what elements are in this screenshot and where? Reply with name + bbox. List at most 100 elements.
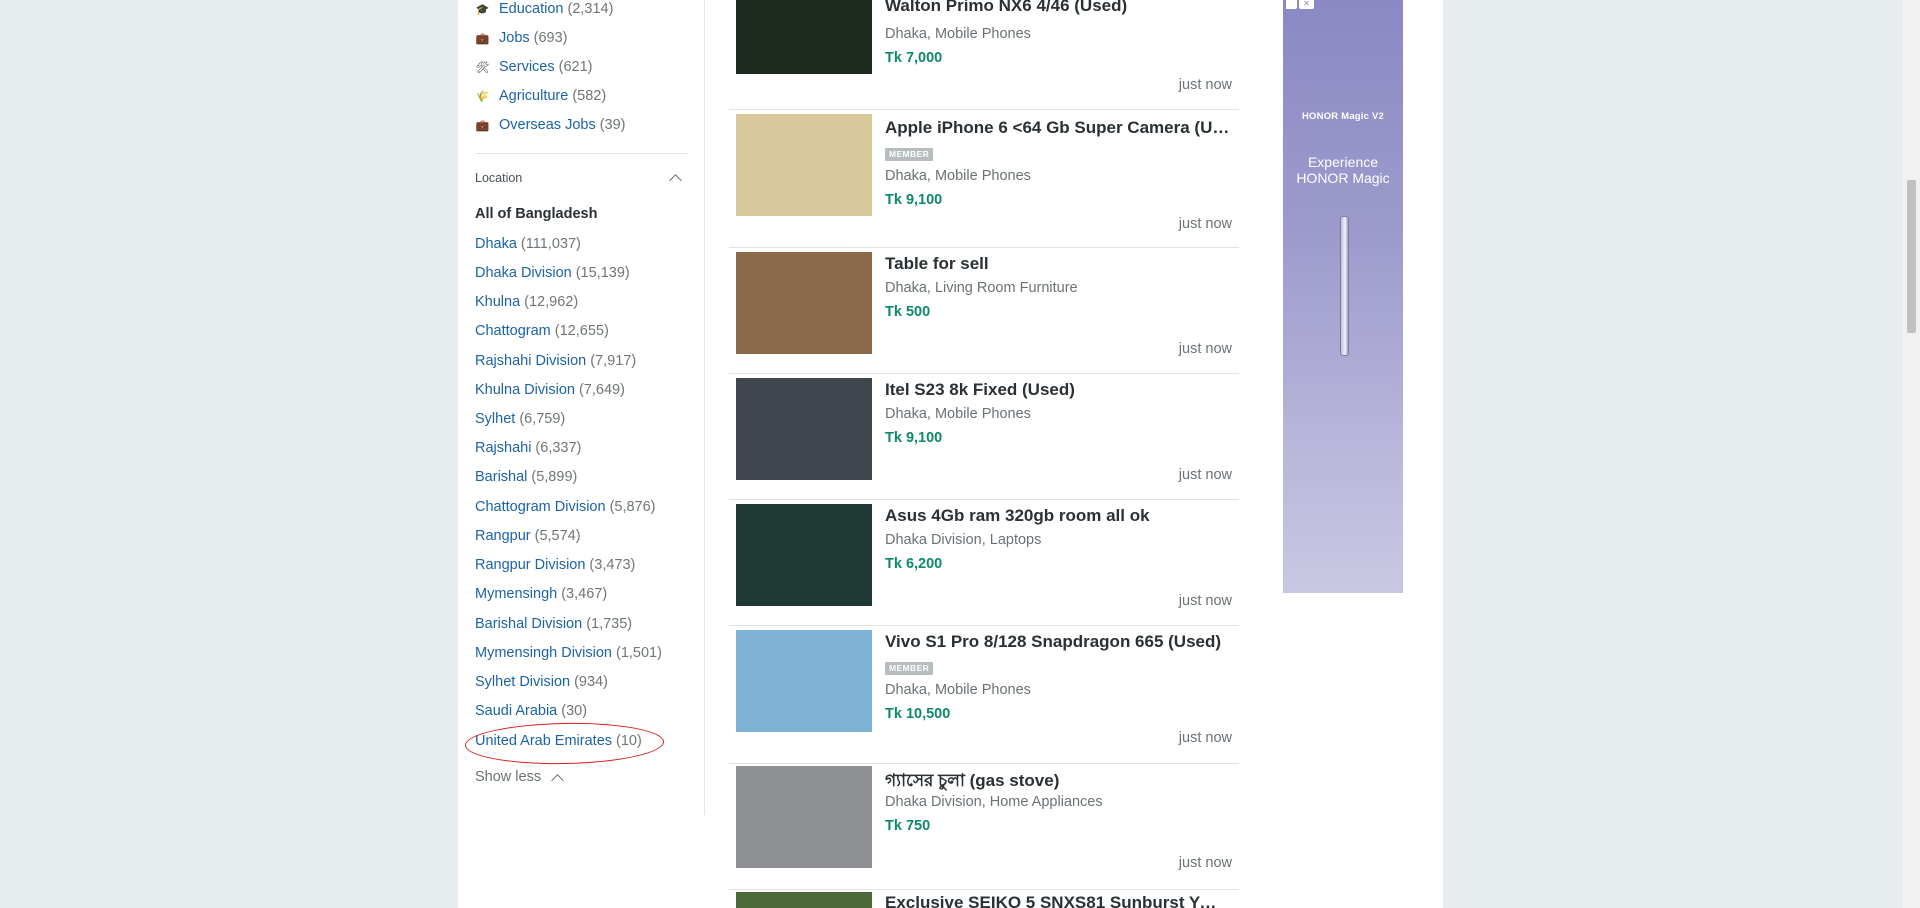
chevron-up-icon [551, 773, 564, 787]
listing-thumbnail[interactable] [736, 766, 872, 868]
category-item-services[interactable]: 🛠 Services (621) [475, 56, 695, 78]
listing-title[interactable]: Walton Primo NX6 4/46 (Used) [885, 0, 1235, 16]
location-count: (15,139) [575, 265, 630, 281]
category-label[interactable]: Education [499, 1, 564, 17]
category-label[interactable]: Agriculture [499, 88, 568, 104]
listing-title[interactable]: Itel S23 8k Fixed (Used) [885, 380, 1235, 400]
location-item[interactable]: Khulna Division (7,649) [475, 382, 625, 402]
location-item[interactable]: Chattogram Division (5,876) [475, 499, 656, 519]
listing-card[interactable]: Walton Primo NX6 4/46 (Used) Dhaka, Mobi… [729, 0, 1239, 110]
listing-card[interactable]: Apple iPhone 6 <64 Gb Super Camera (Used… [729, 110, 1239, 248]
category-count: (582) [572, 88, 607, 104]
location-link[interactable]: Rangpur [475, 528, 531, 544]
location-count: (6,337) [535, 440, 582, 456]
chevron-up-icon[interactable] [669, 174, 682, 187]
location-link[interactable]: Sylhet Division [475, 674, 570, 690]
listing-location: Dhaka, Mobile Phones [885, 26, 1031, 42]
location-item[interactable]: Rangpur Division (3,473) [475, 557, 635, 577]
wheat-icon: 🌾 [475, 90, 490, 103]
location-item[interactable]: Khulna (12,962) [475, 294, 578, 314]
category-item-agriculture[interactable]: 🌾 Agriculture (582) [475, 85, 695, 107]
location-item[interactable]: Rajshahi Division (7,917) [475, 353, 636, 373]
location-item[interactable]: Dhaka Division (15,139) [475, 265, 630, 285]
location-count: (5,899) [531, 469, 578, 485]
category-item-jobs[interactable]: 💼 Jobs (693) [475, 27, 695, 49]
location-item[interactable]: Rajshahi (6,337) [475, 440, 581, 460]
scrollbar[interactable] [1903, 0, 1920, 908]
location-all-bangladesh[interactable]: All of Bangladesh [475, 206, 597, 222]
location-item[interactable]: Saudi Arabia (30) [475, 703, 587, 723]
close-icon[interactable]: ✕ [1299, 0, 1314, 9]
location-link[interactable]: Saudi Arabia [475, 703, 557, 719]
category-label[interactable]: Overseas Jobs [499, 117, 596, 133]
location-count: (10) [616, 733, 642, 749]
show-less-button[interactable]: Show less [475, 769, 564, 787]
location-link[interactable]: Rajshahi Division [475, 353, 586, 369]
location-link[interactable]: Khulna Division [475, 382, 575, 398]
listing-time: just now [1178, 855, 1232, 871]
location-link[interactable]: Rajshahi [475, 440, 531, 456]
listing-time: just now [1178, 730, 1232, 746]
location-link[interactable]: Dhaka Division [475, 265, 572, 281]
scrollbar-thumb[interactable] [1907, 180, 1916, 333]
listing-location: Dhaka, Living Room Furniture [885, 280, 1078, 296]
listing-card[interactable]: Itel S23 8k Fixed (Used) Dhaka, Mobile P… [729, 374, 1239, 500]
location-count: (12,655) [554, 323, 609, 339]
location-item[interactable]: Rangpur (5,574) [475, 528, 581, 548]
listing-thumbnail[interactable] [736, 504, 872, 606]
listing-title[interactable]: Table for sell [885, 254, 1235, 274]
location-link[interactable]: United Arab Emirates [475, 733, 612, 749]
briefcase-icon: 💼 [475, 32, 490, 45]
listing-card[interactable]: Asus 4Gb ram 320gb room all ok Dhaka Div… [729, 500, 1239, 626]
ad-choices-icon[interactable] [1286, 0, 1297, 9]
listing-title[interactable]: Apple iPhone 6 <64 Gb Super Camera (Used… [885, 118, 1235, 138]
listing-location: Dhaka, Mobile Phones [885, 406, 1031, 422]
location-item[interactable]: Mymensingh (3,467) [475, 586, 607, 606]
listing-location: Dhaka, Mobile Phones [885, 168, 1031, 184]
location-link[interactable]: Sylhet [475, 411, 515, 427]
location-item[interactable]: Barishal (5,899) [475, 469, 577, 489]
listing-card[interactable]: Vivo S1 Pro 8/128 Snapdragon 665 (Used) … [729, 626, 1239, 764]
location-count: (3,467) [561, 586, 608, 602]
location-count: (3,473) [589, 557, 636, 573]
listing-thumbnail[interactable] [736, 114, 872, 216]
location-link[interactable]: Barishal [475, 469, 527, 485]
category-label[interactable]: Jobs [499, 30, 530, 46]
listing-title[interactable]: Vivo S1 Pro 8/128 Snapdragon 665 (Used) [885, 632, 1235, 652]
listing-thumbnail[interactable] [736, 892, 872, 908]
listing-card[interactable]: Exclusive SEIKO 5 SNXS81 Sunburst Yellow [729, 890, 1239, 908]
listing-thumbnail[interactable] [736, 252, 872, 354]
location-link[interactable]: Chattogram Division [475, 499, 606, 515]
location-link[interactable]: Mymensingh Division [475, 645, 612, 661]
location-link[interactable]: Barishal Division [475, 616, 582, 632]
listing-thumbnail[interactable] [736, 0, 872, 74]
listing-title[interactable]: গ্যাসের চুলা (gas stove) [885, 768, 1235, 796]
listing-title[interactable]: Asus 4Gb ram 320gb room all ok [885, 506, 1235, 526]
location-link[interactable]: Khulna [475, 294, 520, 310]
listing-price: Tk 750 [885, 818, 931, 834]
phone-image [1340, 216, 1349, 356]
category-label[interactable]: Services [499, 59, 555, 75]
listing-title[interactable]: Exclusive SEIKO 5 SNXS81 Sunburst Yellow [885, 893, 1220, 908]
location-filter-header[interactable]: Location [475, 170, 688, 187]
location-link[interactable]: Chattogram [475, 323, 551, 339]
advertisement-banner[interactable]: ✕ HONOR Magic V2 Experience HONOR Magic [1283, 0, 1403, 593]
listing-thumbnail[interactable] [736, 630, 872, 732]
location-item[interactable]: Sylhet (6,759) [475, 411, 565, 431]
location-link[interactable]: Rangpur Division [475, 557, 585, 573]
listing-card[interactable]: গ্যাসের চুলা (gas stove) Dhaka Division,… [729, 764, 1239, 890]
category-item-education[interactable]: 🎓 Education (2,314) [475, 0, 695, 20]
location-item[interactable]: Chattogram (12,655) [475, 323, 609, 343]
category-item-overseas-jobs[interactable]: 💼 Overseas Jobs (39) [475, 114, 695, 136]
location-item-united-arab-emirates[interactable]: United Arab Emirates (10) [475, 733, 642, 753]
location-count: (12,962) [524, 294, 579, 310]
location-link[interactable]: Mymensingh [475, 586, 557, 602]
location-item[interactable]: Mymensingh Division (1,501) [475, 645, 662, 665]
location-item[interactable]: Sylhet Division (934) [475, 674, 608, 694]
listing-price: Tk 7,000 [885, 50, 943, 66]
location-item[interactable]: Barishal Division (1,735) [475, 616, 632, 636]
location-item[interactable]: Dhaka (111,037) [475, 236, 581, 256]
location-link[interactable]: Dhaka [475, 236, 517, 252]
listing-thumbnail[interactable] [736, 378, 872, 480]
listing-card[interactable]: Table for sell Dhaka, Living Room Furnit… [729, 248, 1239, 374]
